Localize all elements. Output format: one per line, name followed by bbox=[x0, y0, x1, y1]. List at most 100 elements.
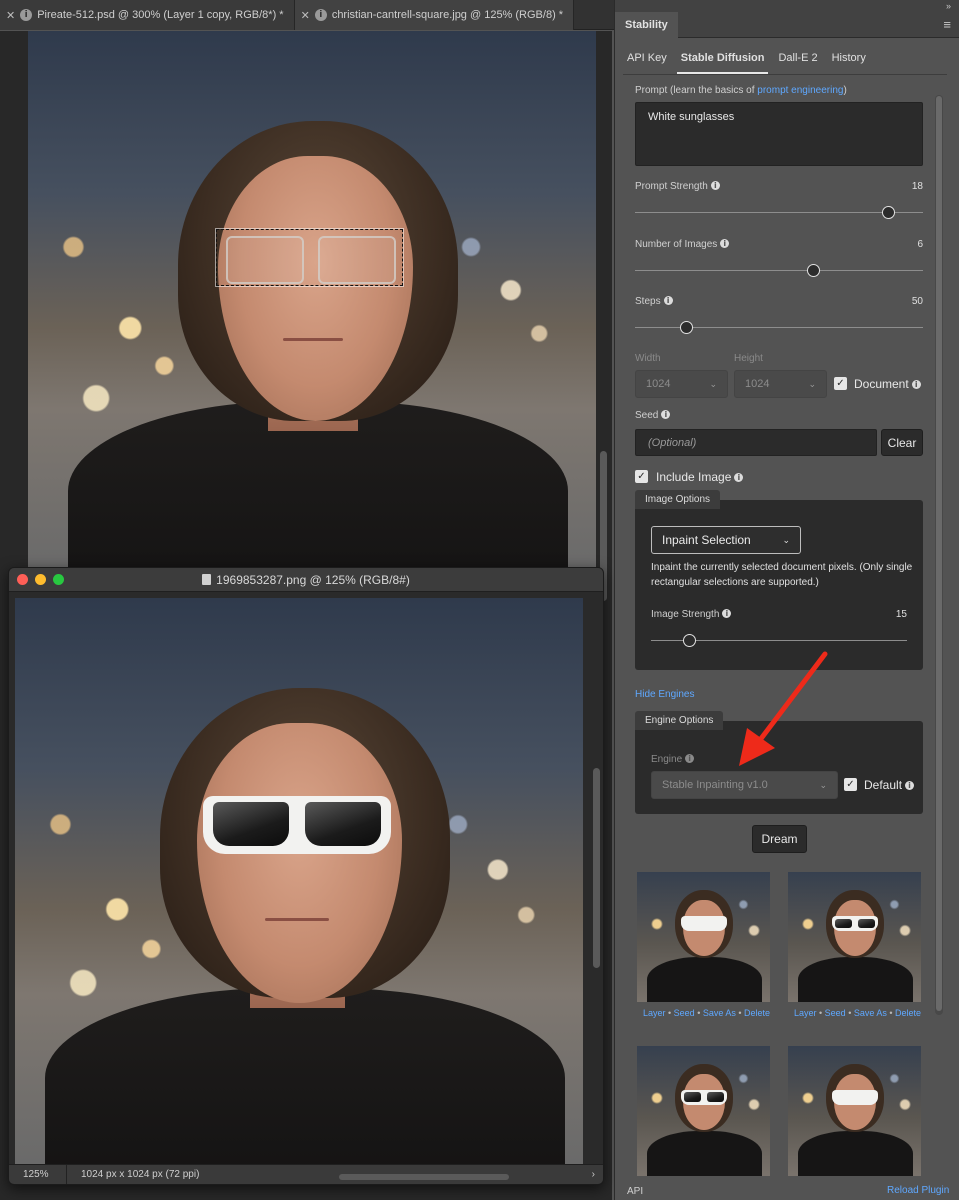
delete-link[interactable]: Delete bbox=[895, 1008, 921, 1018]
floating-document-window[interactable]: 1969853287.png @ 125% (RGB/8#) 125% 1024… bbox=[8, 567, 604, 1185]
seed-link[interactable]: Seed bbox=[674, 1008, 695, 1018]
info-icon[interactable]: i bbox=[685, 754, 695, 763]
default-label: Default i bbox=[864, 778, 915, 792]
inpaint-mode-select[interactable]: Inpaint Selection ⌄ bbox=[651, 526, 801, 554]
result-thumbnail[interactable] bbox=[637, 872, 770, 1002]
default-engine-checkbox[interactable]: ✓ bbox=[844, 778, 857, 791]
result-thumbnail[interactable] bbox=[788, 1046, 921, 1176]
include-image-checkbox[interactable]: ✓ bbox=[635, 470, 648, 483]
chevron-down-icon: ⌄ bbox=[819, 779, 827, 790]
close-window-icon[interactable] bbox=[17, 574, 28, 585]
document-label-text: Document bbox=[854, 377, 909, 391]
default-label-text: Default bbox=[864, 778, 903, 792]
image-strength-thumb[interactable] bbox=[682, 634, 696, 647]
subtab-history[interactable]: History bbox=[828, 46, 870, 74]
height-value: 1024 bbox=[745, 378, 770, 390]
zoom-window-icon[interactable] bbox=[53, 574, 64, 585]
seed-input[interactable]: (Optional) bbox=[635, 429, 877, 456]
info-icon[interactable]: i bbox=[911, 380, 921, 389]
steps-track[interactable] bbox=[635, 327, 923, 328]
save-as-link[interactable]: Save As bbox=[703, 1008, 736, 1018]
subtab-api-key[interactable]: API Key bbox=[623, 46, 671, 74]
jacket bbox=[798, 957, 913, 1002]
sunglasses-lens-left bbox=[213, 802, 289, 846]
prompt-textarea[interactable]: White sunglasses bbox=[635, 102, 923, 166]
tab-label: christian-cantrell-square.jpg @ 125% (RG… bbox=[331, 9, 564, 21]
num-images-thumb[interactable] bbox=[807, 264, 821, 277]
clear-seed-button[interactable]: Clear bbox=[881, 429, 923, 456]
tab-label: Pireate-512.psd @ 300% (Layer 1 copy, RG… bbox=[37, 9, 284, 21]
document-icon bbox=[202, 574, 212, 585]
status-bar: 125% 1024 px x 1024 px (72 ppi) › bbox=[9, 1164, 603, 1184]
window-controls bbox=[17, 574, 64, 585]
num-images-track[interactable] bbox=[635, 270, 923, 271]
layer-link[interactable]: Layer bbox=[643, 1008, 666, 1018]
dream-button[interactable]: Dream bbox=[752, 825, 807, 853]
engine-value: Stable Inpainting v1.0 bbox=[662, 779, 768, 791]
subtab-dall-e-2[interactable]: Dall-E 2 bbox=[774, 46, 821, 74]
chevron-down-icon: ⌄ bbox=[808, 378, 816, 389]
info-icon[interactable]: i bbox=[734, 473, 744, 482]
portrait-photo-original[interactable] bbox=[28, 31, 596, 571]
info-icon[interactable]: i bbox=[661, 410, 671, 419]
info-icon[interactable]: i bbox=[722, 609, 732, 618]
prompt-engineering-link[interactable]: prompt engineering bbox=[757, 85, 843, 96]
tab-stability[interactable]: Stability bbox=[615, 11, 678, 38]
minimize-window-icon[interactable] bbox=[35, 574, 46, 585]
engine-select[interactable]: Stable Inpainting v1.0 ⌄ bbox=[651, 771, 838, 799]
engine-label-text: Engine bbox=[651, 754, 683, 765]
info-icon[interactable]: i bbox=[720, 239, 730, 248]
hide-engines-link[interactable]: Hide Engines bbox=[635, 689, 694, 700]
prompt-strength-value: 18 bbox=[911, 181, 923, 192]
close-icon[interactable]: ✕ bbox=[6, 9, 15, 22]
horizontal-scrollbar[interactable] bbox=[339, 1174, 509, 1180]
prompt-label: Prompt (learn the basics of prompt engin… bbox=[635, 85, 847, 96]
status-menu-arrow[interactable]: › bbox=[592, 1169, 603, 1180]
jacket bbox=[647, 1131, 762, 1176]
jacket bbox=[647, 957, 762, 1002]
annotation-arrow-icon bbox=[739, 651, 828, 766]
tab-christian-cantrell[interactable]: ✕ i christian-cantrell-square.jpg @ 125%… bbox=[294, 0, 575, 30]
layer-link[interactable]: Layer bbox=[794, 1008, 817, 1018]
footer-api-label: API bbox=[627, 1186, 644, 1197]
panel-menu-icon[interactable]: ≡ bbox=[943, 17, 951, 32]
white-sunglasses bbox=[681, 916, 727, 931]
result-thumbnail[interactable] bbox=[637, 1046, 770, 1176]
collapse-panels-icon[interactable]: » bbox=[946, 1, 951, 11]
tab-pireate[interactable]: ✕ i Pireate-512.psd @ 300% (Layer 1 copy… bbox=[0, 0, 295, 30]
zoom-level[interactable]: 125% bbox=[9, 1165, 67, 1184]
height-select[interactable]: 1024 ⌄ bbox=[734, 370, 827, 398]
image-strength-value: 15 bbox=[895, 609, 907, 620]
inpaint-mode-value: Inpaint Selection bbox=[662, 533, 751, 547]
seed-link[interactable]: Seed bbox=[825, 1008, 846, 1018]
save-as-link[interactable]: Save As bbox=[854, 1008, 887, 1018]
prompt-strength-track[interactable] bbox=[635, 212, 923, 213]
white-sunglasses bbox=[832, 1090, 878, 1105]
marquee-selection[interactable] bbox=[216, 229, 403, 286]
width-select[interactable]: 1024 ⌄ bbox=[635, 370, 728, 398]
info-icon[interactable]: i bbox=[905, 781, 915, 790]
info-icon[interactable]: i bbox=[663, 296, 673, 305]
include-image-text: Include Image bbox=[656, 470, 732, 484]
result-thumbnail[interactable] bbox=[788, 872, 921, 1002]
subtab-stable-diffusion[interactable]: Stable Diffusion bbox=[676, 46, 769, 74]
panel-scroll-thumb[interactable] bbox=[936, 96, 942, 1011]
steps-value: 50 bbox=[911, 296, 923, 307]
reload-plugin-link[interactable]: Reload Plugin bbox=[887, 1185, 949, 1196]
sunglasses-lens-left bbox=[684, 1092, 701, 1102]
window-titlebar[interactable]: 1969853287.png @ 125% (RGB/8#) bbox=[9, 568, 603, 592]
mouth bbox=[283, 338, 343, 341]
document-size-checkbox[interactable]: ✓ bbox=[834, 377, 847, 390]
vertical-scrollbar[interactable] bbox=[593, 768, 600, 968]
info-icon[interactable]: i bbox=[710, 181, 720, 190]
portrait-photo-result[interactable] bbox=[15, 598, 583, 1164]
cloud-doc-icon: i bbox=[20, 9, 33, 21]
num-images-label: Number of Images i bbox=[635, 239, 730, 250]
steps-thumb[interactable] bbox=[680, 321, 694, 334]
inpaint-description: Inpaint the currently selected document … bbox=[651, 562, 913, 588]
prompt-strength-thumb[interactable] bbox=[881, 206, 895, 219]
close-icon[interactable]: ✕ bbox=[301, 9, 310, 22]
include-image-label: Include Image i bbox=[656, 470, 744, 484]
delete-link[interactable]: Delete bbox=[744, 1008, 770, 1018]
document-dimensions: 1024 px x 1024 px (72 ppi) bbox=[81, 1169, 200, 1180]
